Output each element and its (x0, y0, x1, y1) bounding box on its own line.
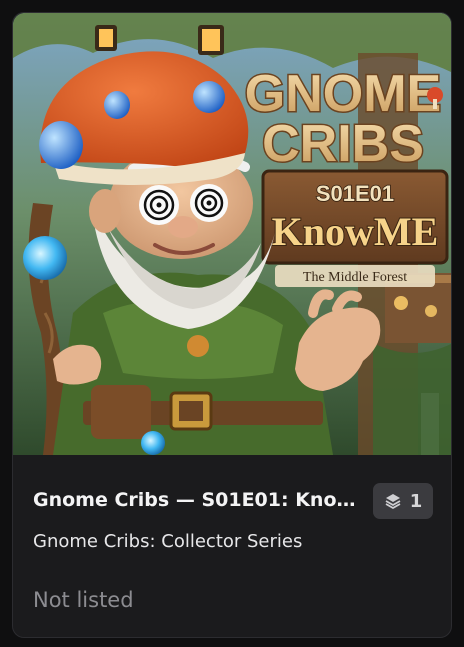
card-title-row: Gnome Cribs — S01E01: KnowME 1 (33, 483, 433, 523)
logo-line-2: CRIBS (262, 115, 424, 173)
card-title[interactable]: Gnome Cribs — S01E01: KnowME (33, 489, 356, 511)
artwork-image[interactable]: GNOME CRIBS S01E01 KnowME The Middle For… (13, 13, 451, 455)
episode-sign: S01E01 KnowME The Middle Forest (261, 169, 449, 287)
collection-name[interactable]: Gnome Cribs: Collector Series (33, 531, 302, 552)
gnome-artwork: GNOME CRIBS S01E01 KnowME The Middle For… (13, 13, 451, 455)
editions-badge[interactable]: 1 (373, 483, 433, 519)
editions-count: 1 (409, 490, 423, 512)
listing-status: Not listed (33, 588, 134, 612)
episode-title: KnowME (272, 209, 439, 254)
nft-card[interactable]: GNOME CRIBS S01E01 KnowME The Middle For… (12, 12, 452, 638)
glowing-orb-icon (23, 236, 67, 280)
episode-subtitle: The Middle Forest (303, 270, 407, 285)
gnome-cribs-logo: GNOME CRIBS (243, 64, 443, 175)
layers-icon (384, 492, 402, 510)
episode-code: S01E01 (316, 181, 394, 206)
